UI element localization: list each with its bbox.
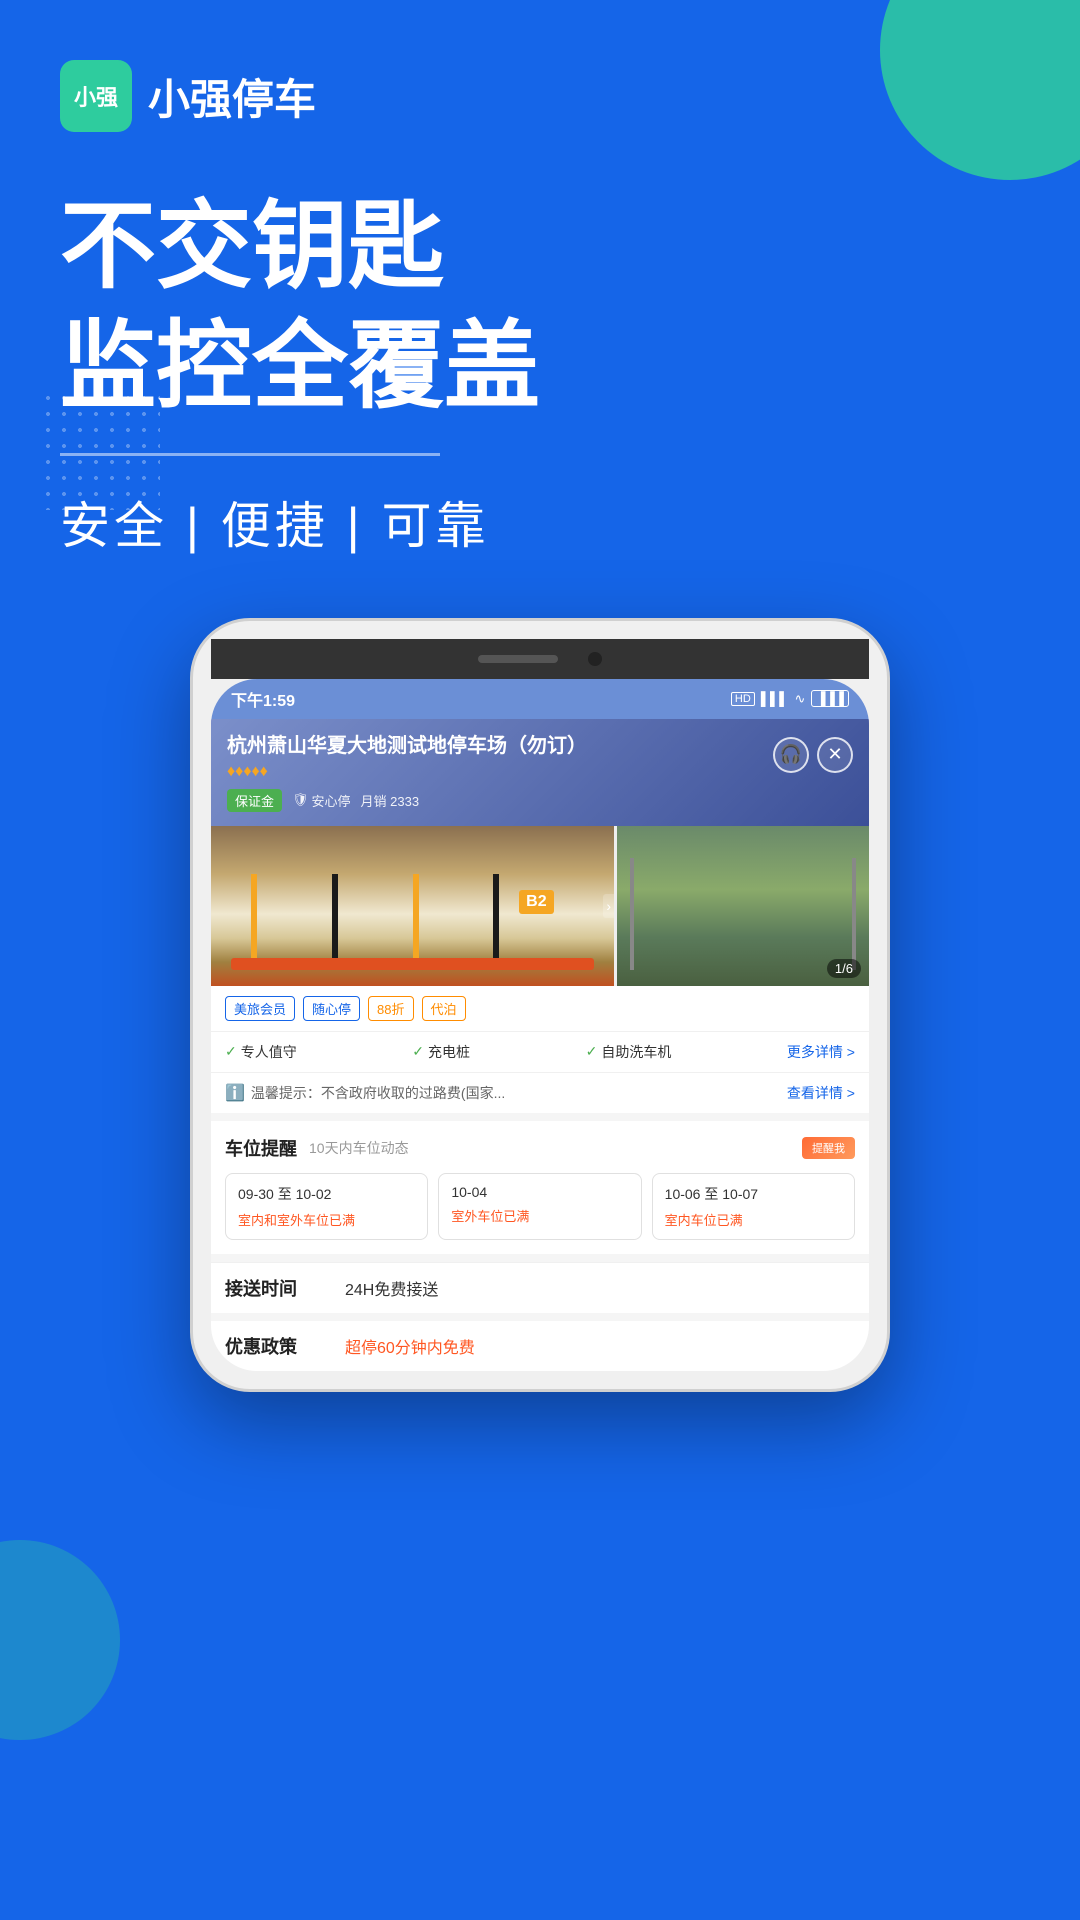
facilities-row: ✓ 专人值守 ✓ 充电桩 ✓ 自助洗车机 更多详情 > xyxy=(211,1032,869,1073)
badge-monthly: 月销 2333 xyxy=(361,791,420,810)
warning-icon: ℹ️ xyxy=(225,1083,245,1103)
reminder-title: 车位提醒 xyxy=(225,1135,297,1161)
photo-gallery: 4.9 超棒 666人评价 B2 xyxy=(211,826,869,986)
phone-inner: 下午1:59 HD ▌▌▌ ∿ ▐▐▐ 杭州萧山华夏大地测试地停车场（勿订） ♦… xyxy=(211,679,869,1371)
reminder-tag: 提醒我 xyxy=(802,1137,855,1159)
app-name: 小强停车 xyxy=(148,66,316,127)
battery-icon: ▐▐▐ xyxy=(811,690,849,707)
b2-sign: B2 xyxy=(519,890,553,914)
badge-guarantee: 保证金 xyxy=(227,789,282,812)
service-tags: 美旅会员 随心停 88折 代泊 xyxy=(211,986,869,1032)
photo-main[interactable]: 4.9 超棒 666人评价 B2 xyxy=(211,826,614,986)
hero-divider xyxy=(60,453,440,456)
service-tag-member: 美旅会员 xyxy=(225,996,295,1021)
facility-carwash: ✓ 自助洗车机 xyxy=(586,1042,672,1062)
app-screen: 下午1:59 HD ▌▌▌ ∿ ▐▐▐ 杭州萧山华夏大地测试地停车场（勿订） ♦… xyxy=(211,679,869,1371)
gallery-arrow[interactable]: › xyxy=(603,894,614,918)
service-tag-discount: 88折 xyxy=(368,996,413,1021)
phone-speaker xyxy=(478,655,558,663)
discount-value[interactable]: 超停60分钟内免费 xyxy=(345,1334,475,1358)
date-cells: 09-30 至 10-02 室内和室外车位已满 10-04 室外车位已满 10-… xyxy=(225,1173,855,1240)
hero-section: 不交钥匙 监控全覆盖 安全 | 便捷 | 可靠 xyxy=(0,132,1080,558)
service-tag-valet: 代泊 xyxy=(422,996,466,1021)
service-tag-anytime: 随心停 xyxy=(303,996,360,1021)
badge-safe: 🛡 安心停 xyxy=(292,791,351,810)
detail-header: 杭州萧山华夏大地测试地停车场（勿订） ♦♦♦♦♦ 🎧 ✕ 保证金 🛡 安心停 xyxy=(211,719,869,826)
date-cell-2: 10-04 室外车位已满 xyxy=(438,1173,641,1240)
reminder-header: 车位提醒 10天内车位动态 提醒我 xyxy=(225,1135,855,1161)
shield-icon: 🛡 xyxy=(292,792,309,808)
pickup-value: 24H免费接送 xyxy=(345,1276,438,1300)
pickup-label: 接送时间 xyxy=(225,1275,345,1301)
hero-line1: 不交钥匙 xyxy=(60,192,1020,302)
detail-title-row: 杭州萧山华夏大地测试地停车场（勿订） ♦♦♦♦♦ 🎧 ✕ xyxy=(227,733,853,781)
status-icons: HD ▌▌▌ ∿ ▐▐▐ xyxy=(731,690,849,707)
facility-guard: ✓ 专人值守 xyxy=(225,1042,297,1062)
signal-icon: ▌▌▌ xyxy=(761,691,789,706)
warning-text: 温馨提示：不含政府收取的过路费(国家... xyxy=(251,1083,787,1103)
phone-top-bar xyxy=(211,639,869,679)
detail-actions: 🎧 ✕ xyxy=(773,737,853,773)
hero-tagline: 安全 | 便捷 | 可靠 xyxy=(60,486,1020,558)
facility-charger: ✓ 充电桩 xyxy=(412,1042,470,1062)
view-detail-link[interactable]: 查看详情 > xyxy=(787,1083,855,1103)
more-detail-link[interactable]: 更多详情 > xyxy=(787,1042,855,1062)
app-logo: 小强 xyxy=(60,60,132,132)
status-time: 下午1:59 xyxy=(231,687,295,711)
warning-row: ℹ️ 温馨提示：不含政府收取的过路费(国家... 查看详情 > xyxy=(211,1073,869,1121)
phone-outer: 下午1:59 HD ▌▌▌ ∿ ▐▐▐ 杭州萧山华夏大地测试地停车场（勿订） ♦… xyxy=(190,618,890,1392)
header: 小强 小强停车 xyxy=(0,0,1080,132)
discount-label: 优惠政策 xyxy=(225,1333,345,1359)
reminder-subtitle: 10天内车位动态 xyxy=(309,1138,409,1158)
hd-icon: HD xyxy=(731,692,755,706)
photo-secondary[interactable]: 1/6 xyxy=(617,826,869,986)
pickup-time-row: 接送时间 24H免费接送 xyxy=(211,1262,869,1313)
phone-wrapper: 下午1:59 HD ▌▌▌ ∿ ▐▐▐ 杭州萧山华夏大地测试地停车场（勿订） ♦… xyxy=(0,558,1080,1392)
photo-counter: 1/6 xyxy=(827,959,861,978)
discount-policy-row: 优惠政策 超停60分钟内免费 xyxy=(211,1313,869,1371)
detail-stars: ♦♦♦♦♦ xyxy=(227,763,773,781)
date-cell-3: 10-06 至 10-07 室内车位已满 xyxy=(652,1173,855,1240)
wifi-icon: ∿ xyxy=(794,691,805,707)
detail-title: 杭州萧山华夏大地测试地停车场（勿订） xyxy=(227,733,773,759)
phone-camera xyxy=(588,652,602,666)
status-bar: 下午1:59 HD ▌▌▌ ∿ ▐▐▐ xyxy=(211,679,869,719)
bg-circle-bottom-left xyxy=(0,1540,120,1740)
date-cell-1: 09-30 至 10-02 室内和室外车位已满 xyxy=(225,1173,428,1240)
detail-badges-row: 保证金 🛡 安心停 月销 2333 xyxy=(227,789,853,812)
hero-line2: 监控全覆盖 xyxy=(60,312,1020,422)
headphone-button[interactable]: 🎧 xyxy=(773,737,809,773)
close-button[interactable]: ✕ xyxy=(817,737,853,773)
parking-reminder-section: 车位提醒 10天内车位动态 提醒我 09-30 至 10-02 室内和室外车位已… xyxy=(211,1121,869,1254)
